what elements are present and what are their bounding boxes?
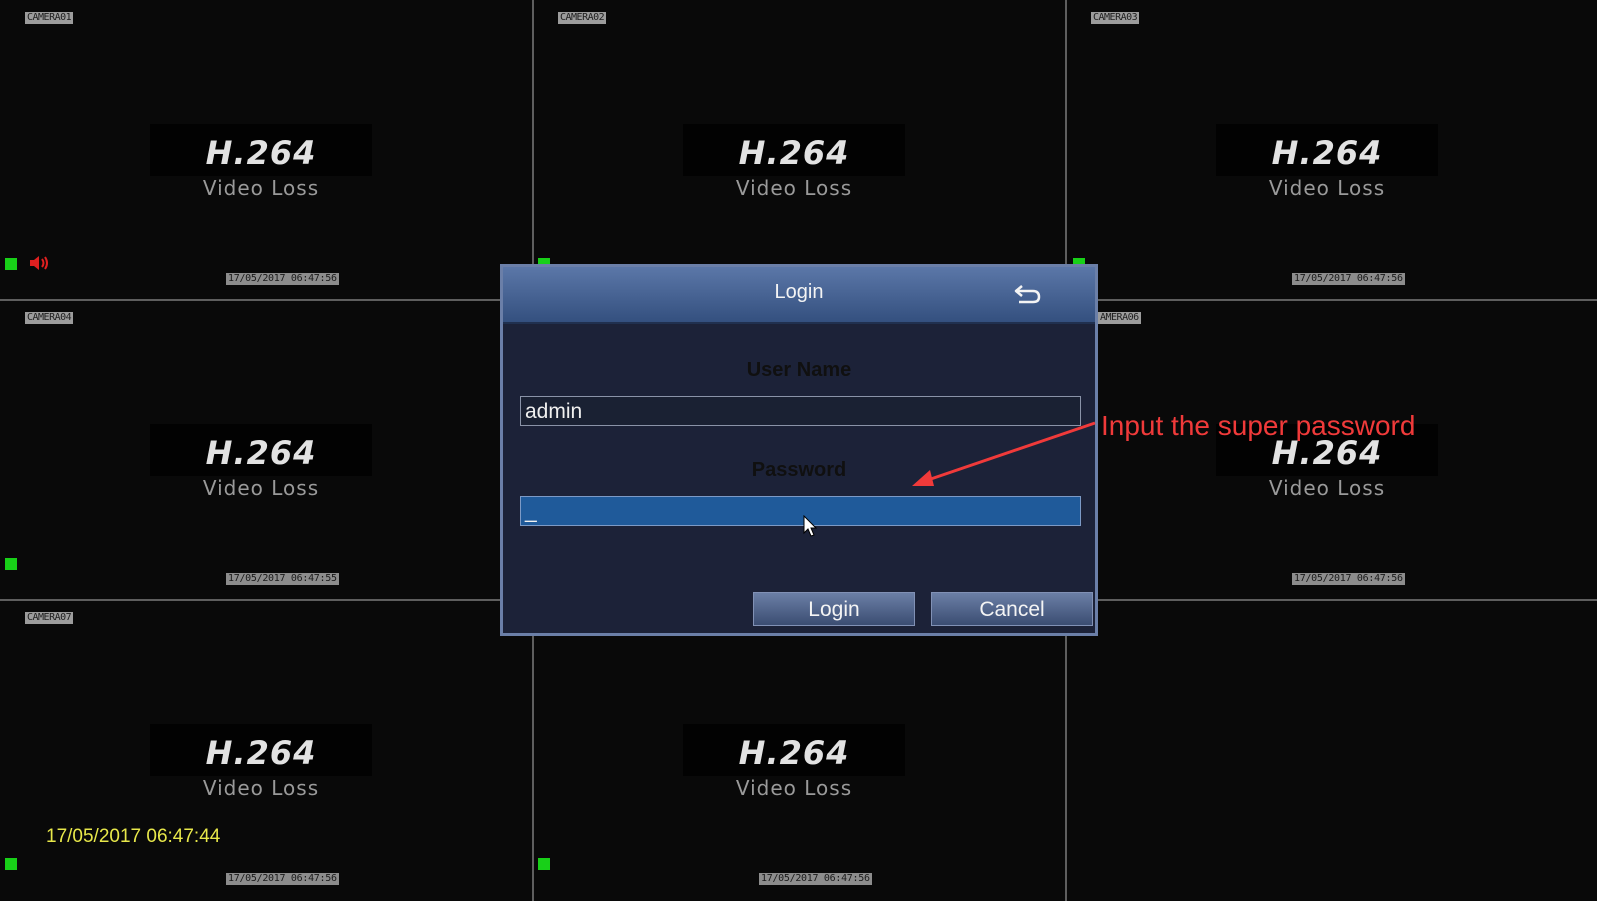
codec-box: H.264 <box>150 424 372 476</box>
record-indicator <box>5 858 17 870</box>
codec-label: H.264 <box>738 734 850 772</box>
codec-box: H.264 <box>1216 124 1438 176</box>
annotation-text: Input the super password <box>1101 410 1416 441</box>
video-loss-label: Video Loss <box>202 476 320 500</box>
login-button[interactable]: Login <box>753 592 915 626</box>
camera-timestamp: 17/05/2017 06:47:55 <box>226 573 339 585</box>
camera-tile-4[interactable]: CAMERA04 H.264 Video Loss 17/05/2017 06:… <box>0 300 533 600</box>
codec-label: H.264 <box>738 134 850 172</box>
annotation-arrow-icon <box>912 421 1096 486</box>
codec-label: H.264 <box>1271 134 1383 172</box>
mouse-cursor-icon <box>803 515 818 537</box>
video-loss-label: Video Loss <box>735 176 853 200</box>
camera-name: CAMERA02 <box>558 12 607 24</box>
camera-tile-3[interactable]: CAMERA03 H.264 Video Loss 17/05/2017 06:… <box>1066 0 1597 300</box>
codec-box: H.264 <box>683 124 905 176</box>
dialog-title: Login <box>774 281 824 303</box>
camera-name: CAMERA04 <box>25 312 74 324</box>
camera-timestamp: 17/05/2017 06:47:56 <box>759 873 872 885</box>
codec-label: H.264 <box>205 134 317 172</box>
record-indicator <box>5 558 17 570</box>
camera-tile-9[interactable] <box>1066 600 1597 901</box>
codec-label: H.264 <box>205 434 317 472</box>
codec-box: H.264 <box>683 724 905 776</box>
system-time: 17/05/2017 06:47:44 <box>46 826 221 847</box>
video-loss-label: Video Loss <box>735 776 853 800</box>
video-loss-label: Video Loss <box>202 176 320 200</box>
return-arrow-icon[interactable] <box>1013 281 1043 307</box>
record-indicator <box>538 858 550 870</box>
camera-timestamp: 17/05/2017 06:47:56 <box>1292 573 1405 585</box>
camera-timestamp: 17/05/2017 06:47:56 <box>226 273 339 285</box>
camera-name: AMERA06 <box>1098 312 1141 324</box>
camera-name: CAMERA01 <box>25 12 74 24</box>
camera-tile-8[interactable]: H.264 Video Loss 17/05/2017 06:47:56 <box>533 600 1066 901</box>
camera-tile-6[interactable]: AMERA06 H.264 Video Loss 17/05/2017 06:4… <box>1066 300 1597 600</box>
camera-name: CAMERA03 <box>1091 12 1140 24</box>
camera-tile-7[interactable]: CAMERA07 H.264 Video Loss 17/05/2017 06:… <box>0 600 533 901</box>
video-loss-label: Video Loss <box>202 776 320 800</box>
codec-label: H.264 <box>205 734 317 772</box>
username-label: User Name <box>746 359 852 381</box>
password-field[interactable]: _ <box>520 496 1081 526</box>
cancel-button[interactable]: Cancel <box>931 592 1093 626</box>
camera-name: CAMERA07 <box>25 612 74 624</box>
codec-box: H.264 <box>150 724 372 776</box>
camera-tile-1[interactable]: CAMERA01 H.264 Video Loss 17/05/2017 06:… <box>0 0 533 300</box>
record-indicator <box>5 258 17 270</box>
speaker-icon <box>30 256 48 270</box>
dialog-header: Login <box>503 267 1095 324</box>
video-loss-label: Video Loss <box>1268 176 1386 200</box>
codec-box: H.264 <box>150 124 372 176</box>
camera-timestamp: 17/05/2017 06:47:56 <box>226 873 339 885</box>
camera-tile-2[interactable]: CAMERA02 H.264 Video Loss <box>533 0 1066 300</box>
video-loss-label: Video Loss <box>1268 476 1386 500</box>
camera-timestamp: 17/05/2017 06:47:56 <box>1292 273 1405 285</box>
